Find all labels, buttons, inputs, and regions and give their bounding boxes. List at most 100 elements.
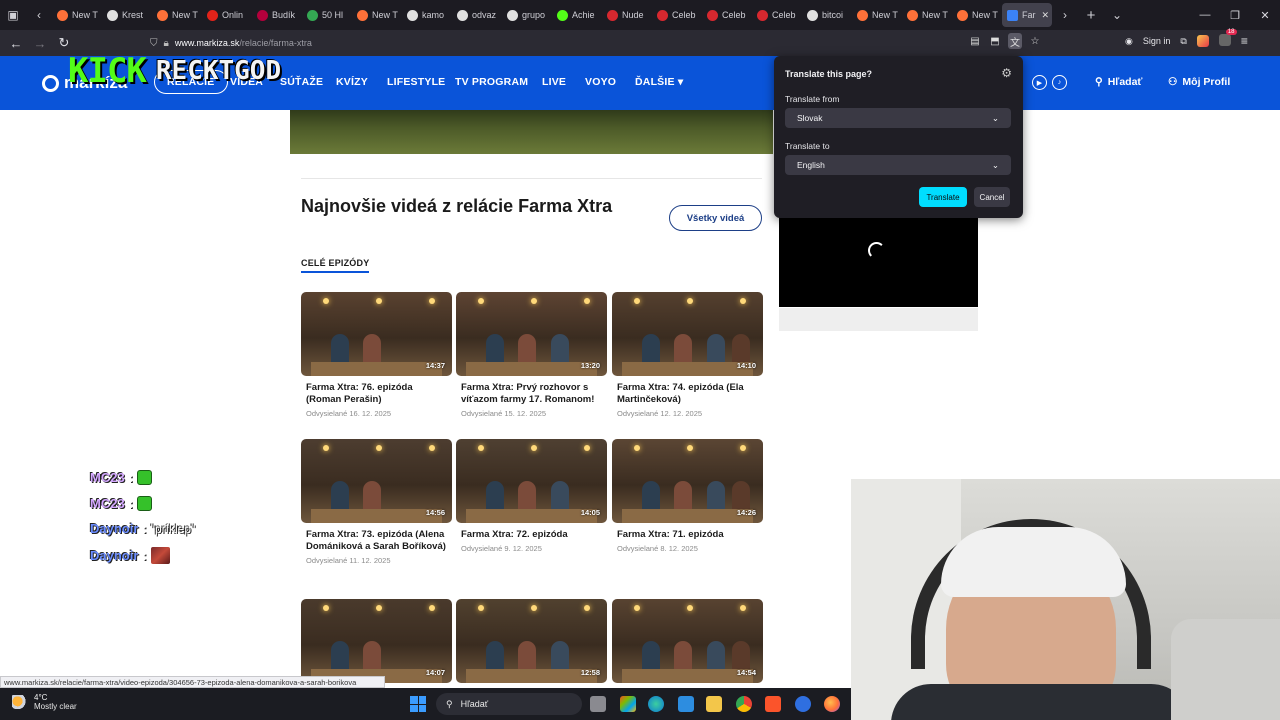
browser-tab[interactable]: New T xyxy=(152,0,202,30)
forward-icon[interactable]: → xyxy=(28,36,52,51)
taskbar-search[interactable]: ⚲ Hľadať xyxy=(436,693,582,715)
browser-tab[interactable]: Celeb xyxy=(702,0,752,30)
extension-badge[interactable]: 18 xyxy=(1218,29,1237,48)
browser-tab[interactable]: Celeb xyxy=(752,0,802,30)
video-card[interactable]: 14:07 xyxy=(301,599,452,683)
firefox-icon[interactable] xyxy=(824,696,840,712)
edge-icon[interactable] xyxy=(648,696,664,712)
browser-tab[interactable]: New T xyxy=(852,0,902,30)
browser-tab[interactable]: Budík xyxy=(252,0,302,30)
browser-tab[interactable]: Onlin xyxy=(202,0,252,30)
video-card[interactable]: 14:37 Farma Xtra: 76. epizóda (Roman Pera… xyxy=(301,292,452,418)
chrome-icon[interactable] xyxy=(736,696,752,712)
all-videos-button[interactable]: Všetky videá xyxy=(669,205,762,231)
video-thumbnail[interactable]: 14:37 xyxy=(301,292,452,376)
nav-item[interactable]: SÚŤAŽE xyxy=(280,76,323,88)
browser-tab[interactable]: Achie xyxy=(552,0,602,30)
translate-icon[interactable]: 文 xyxy=(1008,33,1022,49)
browser-tab[interactable]: New T xyxy=(52,0,102,30)
site-search-button[interactable]: ⚲ Hľadať xyxy=(1095,76,1142,88)
browser-tab[interactable]: grupo xyxy=(502,0,552,30)
video-thumbnail[interactable]: 14:56 xyxy=(301,439,452,523)
youtube-icon[interactable]: ▶ xyxy=(1032,75,1047,90)
video-title[interactable]: Farma Xtra: 72. epizóda xyxy=(456,529,607,541)
active-tab[interactable]: Far ✕ xyxy=(1002,3,1052,27)
video-player[interactable] xyxy=(779,217,978,307)
video-title[interactable]: Farma Xtra: 74. epizóda (Ela Martinčekov… xyxy=(612,382,763,406)
video-thumbnail[interactable]: 14:26 xyxy=(612,439,763,523)
browser-tab[interactable]: odvaz xyxy=(452,0,502,30)
profile-button[interactable]: ⚇ Môj Profil xyxy=(1168,76,1230,88)
url-bar[interactable]: ⛉ 🔒︎ www.markiza.sk/relacie/farma-xtra xyxy=(150,33,1045,53)
video-thumbnail[interactable]: 14:05 xyxy=(456,439,607,523)
lock-icon[interactable]: 🔒︎ xyxy=(164,38,169,49)
close-window-icon[interactable]: ✕ xyxy=(1250,9,1280,22)
browser-tab[interactable]: kamo xyxy=(402,0,452,30)
reload-icon[interactable]: ↻ xyxy=(52,35,76,51)
browser-tab[interactable]: 50 Hl xyxy=(302,0,352,30)
video-card[interactable]: 14:54 xyxy=(612,599,763,683)
minimize-icon[interactable]: — xyxy=(1190,9,1220,22)
nav-item[interactable]: TV PROGRAM xyxy=(455,76,528,88)
browser-tab[interactable]: bitcoi xyxy=(802,0,852,30)
tab-scroll-left-icon[interactable]: ‹ xyxy=(26,0,52,30)
video-thumbnail[interactable]: 14:54 xyxy=(612,599,763,683)
nav-item[interactable]: VOYO xyxy=(585,76,616,88)
cancel-button[interactable]: Cancel xyxy=(974,187,1010,207)
bookmark-star-icon[interactable]: ☆ xyxy=(1028,33,1042,49)
video-card[interactable]: 14:05 Farma Xtra: 72. epizóda Odvysielané … xyxy=(456,439,607,553)
microsoft-store-icon[interactable] xyxy=(620,696,636,712)
tracking-shield-icon[interactable]: ⛉ xyxy=(150,38,158,49)
browser-tab[interactable]: New T xyxy=(902,0,952,30)
translate-button[interactable]: Translate xyxy=(919,187,967,207)
video-thumbnail[interactable]: 12:58 xyxy=(456,599,607,683)
translate-from-select[interactable]: Slovak ⌄ xyxy=(785,108,1011,128)
nav-item[interactable]: LIFESTYLE xyxy=(387,76,445,88)
nav-item[interactable]: LIVE xyxy=(542,76,566,88)
video-title[interactable]: Farma Xtra: Prvý rozhovor s víťazom farm… xyxy=(456,382,607,406)
browser-tab[interactable]: Krest xyxy=(102,0,152,30)
video-title[interactable]: Farma Xtra: 71. epizóda xyxy=(612,529,763,541)
back-icon[interactable]: ← xyxy=(4,36,28,51)
brave-icon[interactable] xyxy=(765,696,781,712)
windows-start-icon[interactable] xyxy=(410,696,426,712)
video-card[interactable]: 14:26 Farma Xtra: 71. epizóda Odvysielané … xyxy=(612,439,763,553)
reader-view-icon[interactable]: ▤ xyxy=(968,33,982,49)
video-card[interactable]: 13:20 Farma Xtra: Prvý rozhovor s víťazom… xyxy=(456,292,607,418)
tab-overview-icon[interactable]: ▣ xyxy=(0,0,26,30)
extensions-icon[interactable]: ⧉ xyxy=(1180,36,1186,47)
account-icon[interactable]: ◉ xyxy=(1125,36,1133,47)
translate-settings-gear-icon[interactable]: ⚙ xyxy=(1001,66,1012,80)
video-title[interactable]: Farma Xtra: 76. epizóda (Roman Perašin) xyxy=(301,382,452,406)
weather-widget[interactable]: 4°C Mostly clear xyxy=(12,693,77,711)
browser-tab[interactable]: New T xyxy=(352,0,402,30)
file-explorer-icon[interactable] xyxy=(706,696,722,712)
photos-icon[interactable] xyxy=(678,696,694,712)
task-view-icon[interactable] xyxy=(590,696,606,712)
close-tab-icon[interactable]: ✕ xyxy=(1042,10,1050,21)
sign-in-link[interactable]: Sign in xyxy=(1143,36,1171,46)
video-thumbnail[interactable]: 14:10 xyxy=(612,292,763,376)
video-thumbnail[interactable]: 13:20 xyxy=(456,292,607,376)
tiktok-icon[interactable]: ♪ xyxy=(1052,75,1067,90)
browser-tab[interactable]: New T xyxy=(952,0,1002,30)
restore-icon[interactable]: ❐ xyxy=(1220,9,1250,22)
browser-tab[interactable]: Nude xyxy=(602,0,652,30)
browser-tab[interactable]: Celeb xyxy=(652,0,702,30)
tab-scroll-right-icon[interactable]: › xyxy=(1052,0,1078,30)
video-card[interactable]: 14:10 Farma Xtra: 74. epizóda (Ela Martin… xyxy=(612,292,763,418)
video-card[interactable]: 14:56 Farma Xtra: 73. epizóda (Alena Domá… xyxy=(301,439,452,565)
menu-icon[interactable]: ≡ xyxy=(1241,34,1248,48)
video-thumbnail[interactable]: 14:07 xyxy=(301,599,452,683)
new-tab-icon[interactable]: + xyxy=(1078,0,1104,30)
nav-item[interactable]: ĎALŠIE ▾ xyxy=(635,76,683,88)
translate-to-select[interactable]: English ⌄ xyxy=(785,155,1011,175)
video-card[interactable]: 12:58 xyxy=(456,599,607,683)
video-title[interactable]: Farma Xtra: 73. epizóda (Alena Dománikov… xyxy=(301,529,452,553)
save-to-pocket-icon[interactable]: ⬒ xyxy=(988,33,1002,49)
app-icon[interactable] xyxy=(795,696,811,712)
list-tabs-icon[interactable]: ⌄ xyxy=(1104,0,1130,30)
nav-item[interactable]: KVÍZY xyxy=(336,76,368,88)
extension-icon[interactable] xyxy=(1196,35,1209,47)
full-episodes-tab[interactable]: CELÉ EPIZÓDY xyxy=(301,258,370,273)
